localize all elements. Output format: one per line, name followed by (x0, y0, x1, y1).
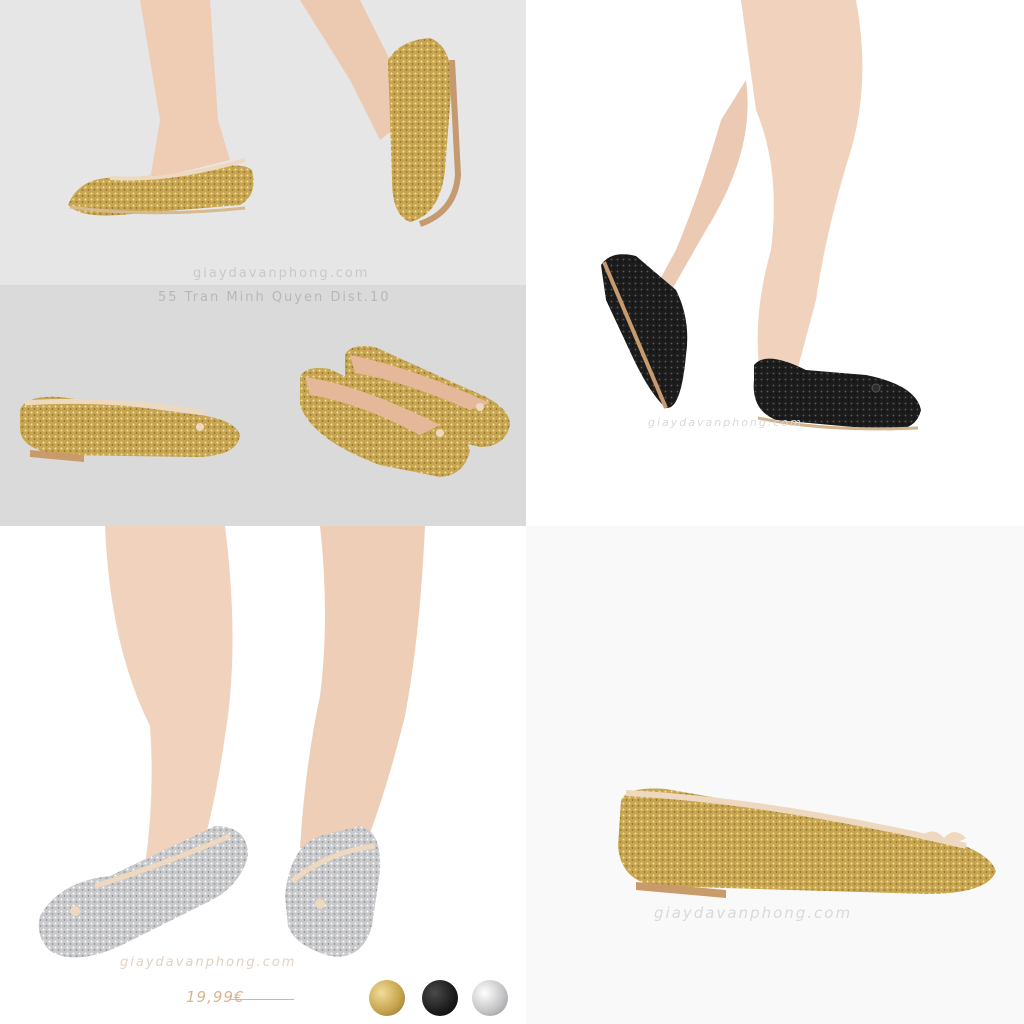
leg (140, 0, 230, 180)
watermark-site: giaydavanphong.com (120, 955, 297, 970)
gold-single-illustration (618, 788, 996, 898)
black-walking-illustration (601, 0, 921, 431)
photo-gold-product-pair: 55 Tran Minh Quyen Dist.10 (0, 285, 526, 526)
photo-black-walking: giaydavanphong.com (526, 0, 1024, 526)
leg (105, 526, 233, 866)
swatch-black[interactable] (422, 980, 458, 1016)
watermark-address: 55 Tran Minh Quyen Dist.10 (158, 290, 391, 305)
silver-standing-illustration (38, 526, 425, 958)
gold-flat-shoe (388, 38, 452, 222)
silver-flat-shoe (38, 826, 248, 958)
photo-gold-walking: giaydavanphong.com (0, 0, 526, 285)
watermark-site: giaydavanphong.com (648, 416, 803, 429)
photo-silver-standing: giaydavanphong.com (0, 526, 526, 1024)
leg (741, 0, 863, 380)
gold-pair-illustration (20, 346, 510, 477)
price-strike-line (230, 999, 294, 1000)
price-tag: 19,99€ (186, 988, 245, 1006)
photo-gold-product-single: giaydavanphong.com (526, 526, 1024, 1024)
gold-walking-illustration (68, 0, 462, 227)
leg (300, 526, 425, 848)
swatch-silver[interactable] (472, 980, 508, 1016)
watermark-site: giaydavanphong.com (193, 266, 370, 281)
swatch-gold[interactable] (369, 980, 405, 1016)
leg (646, 80, 748, 305)
watermark-site: giaydavanphong.com (654, 904, 853, 922)
